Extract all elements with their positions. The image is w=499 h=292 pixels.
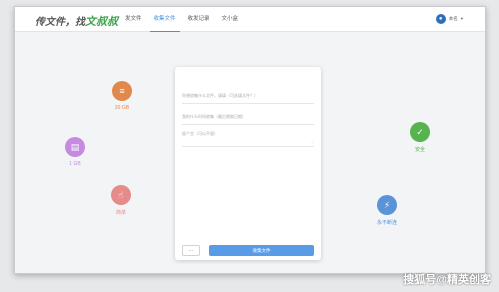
- shield-check-icon: ✓: [410, 122, 430, 142]
- main-nav: 发文件 收集文件 收发记录 文小盒: [119, 7, 244, 32]
- feature-file-size: ▤ 1 GB: [55, 137, 95, 167]
- feature-storage: ≡ 20 GB: [102, 81, 142, 111]
- pointer-hand-icon: ☝: [111, 185, 131, 205]
- feature-label: 1 GB: [69, 161, 81, 167]
- feature-label: 简单: [115, 210, 126, 216]
- site-logo[interactable]: 传文件，找文叔叔: [35, 13, 118, 29]
- avatar[interactable]: ●: [435, 14, 446, 24]
- message-placeholder: 留个言（可以不留）: [182, 131, 218, 136]
- collect-file-form: 你想收集什么文件，请填（可选填文件？） 我的什么时间收集（最后期限日期） 留个言…: [175, 67, 321, 260]
- user-menu[interactable]: ● 本名 ▾: [435, 14, 463, 24]
- logo-text: 传文件，找: [35, 17, 85, 28]
- feature-always-connected: ⚡ 永不断连: [367, 195, 407, 226]
- nav-transfer-records[interactable]: 收发记录: [182, 7, 216, 32]
- collect-file-button[interactable]: 收集文件: [209, 245, 314, 256]
- nav-collect-file[interactable]: 收集文件: [148, 7, 182, 32]
- message-textarea[interactable]: 留个言（可以不留） ⟋: [182, 131, 314, 147]
- request-description-field[interactable]: 你想收集什么文件，请填（可选填文件？）: [182, 93, 314, 104]
- app-window: 传文件，找文叔叔 发文件 收集文件 收发记录 文小盒 ● 本名 ▾ ≡ 20 G…: [14, 6, 486, 274]
- nav-send-file[interactable]: 发文件: [119, 7, 148, 32]
- document-icon: ▤: [65, 137, 85, 157]
- lightning-icon: ⚡: [377, 195, 397, 215]
- chevron-down-icon[interactable]: ▾: [461, 16, 463, 22]
- nav-file-box[interactable]: 文小盒: [216, 7, 245, 32]
- resize-handle-icon[interactable]: ⟋: [311, 140, 314, 145]
- user-name: 本名: [448, 16, 458, 21]
- logo-accent-text: 文叔叔: [85, 16, 118, 28]
- watermark-text: 搜狐号@精英创客: [403, 274, 491, 286]
- feature-label: 永不断连: [376, 220, 397, 226]
- top-navigation-bar: 传文件，找文叔叔 发文件 收集文件 收发记录 文小盒 ● 本名 ▾: [15, 7, 485, 32]
- database-icon: ≡: [112, 81, 132, 101]
- feature-label: 20 GB: [114, 105, 130, 111]
- feature-simple: ☝ 简单: [101, 185, 141, 216]
- more-options-button[interactable]: ···: [182, 245, 200, 256]
- deadline-field[interactable]: 我的什么时间收集（最后期限日期）: [182, 114, 314, 125]
- feature-secure: ✓ 安全: [400, 122, 440, 153]
- user-icon: ●: [438, 16, 443, 22]
- feature-label: 安全: [414, 147, 425, 153]
